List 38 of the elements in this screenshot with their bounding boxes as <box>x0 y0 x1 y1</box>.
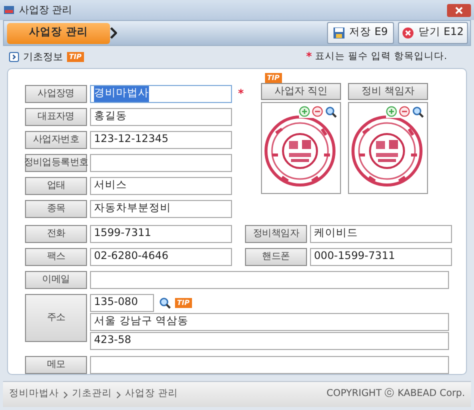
field-label: 사업자 직인 <box>261 83 341 100</box>
breadcrumb-link[interactable]: 사업장 관리 <box>125 387 178 402</box>
field-label: 업태 <box>25 177 87 195</box>
field-label: 핸드폰 <box>245 248 307 266</box>
field-label: 종목 <box>25 200 87 218</box>
breadcrumb-link[interactable]: 기초관리 <box>72 387 112 402</box>
field-label: 대표자명 <box>25 108 87 126</box>
input-field[interactable]: 케이비드 <box>310 225 452 243</box>
close-button[interactable]: 닫기 E12 <box>398 22 468 44</box>
input-field[interactable]: 000-1599-7311 <box>310 248 452 266</box>
field-label: 사업장명 <box>25 85 87 103</box>
section-title: 기초정보 <box>23 50 63 64</box>
field-label: 메모 <box>25 356 87 374</box>
input-field[interactable]: 1599-7311 <box>90 225 232 243</box>
breadcrumb-link[interactable]: 정비마법사 <box>9 387 59 402</box>
window-title: 사업장 관리 <box>19 4 72 18</box>
field-label: 이메일 <box>25 271 87 289</box>
field-label: 주소 <box>25 294 87 342</box>
required-note: 표시는 필수 입력 항목입니다. <box>314 50 447 64</box>
required-mark: * <box>238 86 244 102</box>
active-tab[interactable]: 사업장 관리 <box>7 22 110 44</box>
input-field[interactable]: 홍길동 <box>90 108 232 126</box>
field-label: 정비책임자 <box>245 225 307 243</box>
required-mark: * <box>306 48 312 65</box>
input-field[interactable]: 서울 강남구 역삼동 <box>90 313 449 331</box>
input-field[interactable]: 02-6280-4646 <box>90 248 232 266</box>
input-field[interactable]: 423-58 <box>90 332 449 350</box>
input-field[interactable]: 123-12-12345 <box>90 131 232 149</box>
field-label: 사업자번호 <box>25 131 87 149</box>
copyright-text: COPYRIGHT ⓒ KABEAD Corp. <box>326 387 465 402</box>
field-label: 정비 책임자 <box>348 83 428 100</box>
field-label: 팩스 <box>25 248 87 266</box>
field-label: 전화 <box>25 225 87 243</box>
save-button[interactable]: 저장 E9 <box>327 22 394 44</box>
input-field[interactable]: 자동차부분정비 <box>90 200 232 218</box>
input-field[interactable]: 135-080 <box>90 294 154 312</box>
input-field[interactable]: 경비마법사 <box>90 85 232 103</box>
input-field[interactable]: 서비스 <box>90 177 232 195</box>
